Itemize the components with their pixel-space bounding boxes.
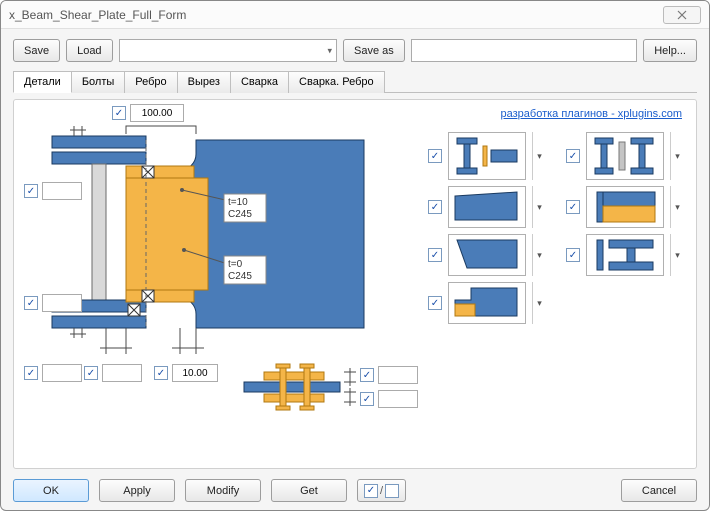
tab-weld-rib[interactable]: Сварка. Ребро — [288, 71, 385, 93]
chk-sec-2[interactable] — [360, 392, 374, 406]
plate2-mat: C245 — [228, 271, 252, 282]
chk-left-3[interactable] — [24, 366, 38, 380]
dialog-window: x_Beam_Shear_Plate_Full_Form Save Load S… — [0, 0, 710, 511]
toggle-checked-button[interactable]: / — [357, 479, 406, 502]
thumb-row-1: ▾ ▾ — [428, 132, 688, 180]
chk-thumb-5[interactable] — [428, 248, 442, 262]
tab-cut[interactable]: Вырез — [177, 71, 231, 93]
thumb-5[interactable] — [448, 234, 526, 276]
thumbnail-panel: ▾ ▾ — [428, 132, 688, 330]
input-bottom-1[interactable] — [102, 364, 142, 382]
dialog-content: Save Load Save as Help... Детали Болты Р… — [1, 29, 709, 510]
sec-field-2 — [360, 390, 418, 408]
input-sec-1[interactable] — [378, 366, 418, 384]
tab-details[interactable]: Детали — [13, 71, 72, 93]
tab-weld[interactable]: Сварка — [230, 71, 289, 93]
beam-cut-top-icon — [453, 190, 521, 224]
left-field-3 — [24, 364, 82, 382]
thumb-6-dropdown[interactable]: ▾ — [670, 234, 684, 276]
sec-field-1 — [360, 366, 418, 384]
input-bottom-2[interactable] — [172, 364, 218, 382]
saveas-name-input[interactable] — [411, 39, 637, 62]
window-title: x_Beam_Shear_Plate_Full_Form — [9, 8, 663, 22]
close-x-icon — [675, 10, 689, 20]
main-panel: разработка плагинов - xplugins.com — [13, 99, 697, 469]
main-diagram-svg: t=10 C245 t=0 C245 — [24, 106, 434, 436]
input-left-3[interactable] — [42, 364, 82, 382]
plate2-t: t=0 — [228, 259, 243, 270]
unchecked-icon — [385, 484, 399, 498]
ibeam-column-icon — [453, 136, 521, 176]
beam-haunch-icon — [591, 190, 659, 224]
thumb-1-dropdown[interactable]: ▾ — [532, 132, 546, 180]
cancel-button[interactable]: Cancel — [621, 479, 697, 502]
thumb-7-dropdown[interactable]: ▾ — [532, 282, 546, 324]
thumb-6[interactable] — [586, 234, 664, 276]
chk-sec-1[interactable] — [360, 368, 374, 382]
ok-button[interactable]: OK — [13, 479, 89, 502]
thumb-7[interactable] — [448, 282, 526, 324]
plate1-t: t=10 — [228, 197, 248, 208]
plate1-mat: C245 — [228, 209, 252, 220]
tab-rib[interactable]: Ребро — [124, 71, 177, 93]
chk-left-1[interactable] — [24, 184, 38, 198]
bottom-bar: OK Apply Modify Get / Cancel — [13, 475, 697, 502]
tab-strip: Детали Болты Ребро Вырез Сварка Сварка. … — [13, 70, 697, 93]
thumb-2-dropdown[interactable]: ▾ — [670, 132, 684, 180]
save-button[interactable]: Save — [13, 39, 60, 62]
titlebar: x_Beam_Shear_Plate_Full_Form — [1, 1, 709, 29]
input-left-1[interactable] — [42, 182, 82, 200]
bottom-field-2 — [154, 364, 218, 382]
preset-combo[interactable] — [119, 39, 337, 62]
chk-bottom-2[interactable] — [154, 366, 168, 380]
chk-thumb-2[interactable] — [566, 149, 580, 163]
chk-thumb-6[interactable] — [566, 248, 580, 262]
left-field-2 — [24, 294, 82, 312]
thumb-4[interactable] — [586, 186, 664, 228]
thumb-4-dropdown[interactable]: ▾ — [670, 186, 684, 228]
ibeam-side-icon — [591, 136, 659, 176]
thumb-row-4: ▾ — [428, 282, 688, 324]
thumb-3-dropdown[interactable]: ▾ — [532, 186, 546, 228]
close-button[interactable] — [663, 6, 701, 24]
left-field-1 — [24, 182, 82, 200]
chk-thumb-4[interactable] — [566, 200, 580, 214]
apply-button[interactable]: Apply — [99, 479, 175, 502]
chk-thumb-7[interactable] — [428, 296, 442, 310]
thumb-3[interactable] — [448, 186, 526, 228]
load-button[interactable]: Load — [66, 39, 112, 62]
thumb-row-3: ▾ ▾ — [428, 234, 688, 276]
bottom-field-1 — [84, 364, 142, 382]
main-diagram: t=10 C245 t=0 C245 — [24, 106, 434, 436]
slash-icon: / — [380, 485, 383, 497]
input-left-2[interactable] — [42, 294, 82, 312]
thumb-2[interactable] — [586, 132, 664, 180]
top-toolbar: Save Load Save as Help... — [13, 39, 697, 62]
chk-thumb-3[interactable] — [428, 200, 442, 214]
thumb-row-2: ▾ ▾ — [428, 186, 688, 228]
saveas-button[interactable]: Save as — [343, 39, 405, 62]
tab-bolts[interactable]: Болты — [71, 71, 125, 93]
thumb-5-dropdown[interactable]: ▾ — [532, 234, 546, 276]
thumb-1[interactable] — [448, 132, 526, 180]
get-button[interactable]: Get — [271, 479, 347, 502]
chk-left-2[interactable] — [24, 296, 38, 310]
beam-notch-icon — [453, 286, 521, 320]
beam-cut-angle-icon — [453, 238, 521, 272]
ibeam-side-2-icon — [591, 238, 659, 272]
modify-button[interactable]: Modify — [185, 479, 261, 502]
chk-thumb-1[interactable] — [428, 149, 442, 163]
xplugins-link[interactable]: разработка плагинов - xplugins.com — [501, 108, 683, 120]
input-sec-2[interactable] — [378, 390, 418, 408]
chk-bottom-1[interactable] — [84, 366, 98, 380]
checked-icon — [364, 484, 378, 498]
help-button[interactable]: Help... — [643, 39, 697, 62]
